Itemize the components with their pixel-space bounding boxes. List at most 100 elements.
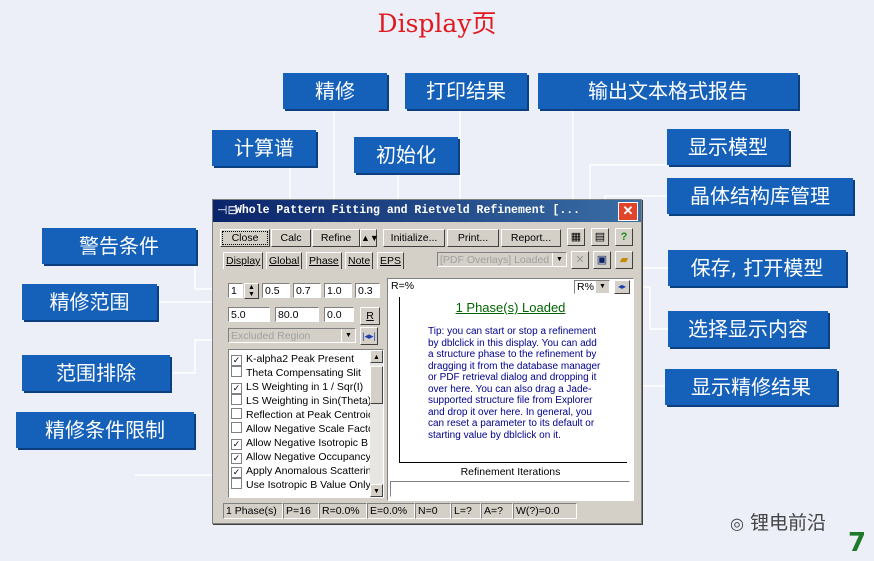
phases-loaded-heading: 1 Phase(s) Loaded — [455, 300, 566, 315]
scroll-up-icon[interactable]: ▲ — [370, 350, 383, 363]
status-e: E=0.0% — [367, 503, 415, 519]
tab-note[interactable]: Note — [345, 252, 374, 269]
window-close-icon[interactable]: ✕ — [618, 202, 638, 221]
list-item[interactable]: Use Isotropic B Value Only — [231, 478, 371, 492]
print-button[interactable]: Print... — [447, 229, 499, 247]
plot-y-axis — [399, 297, 400, 462]
initialize-button[interactable]: Initialize... — [383, 229, 445, 247]
checkbox-checked[interactable]: ✓ — [231, 453, 242, 464]
list-item[interactable]: ✓ Allow Negative Occupancy — [231, 450, 371, 464]
list-item[interactable]: ✓ K-alpha2 Peak Present — [231, 352, 354, 366]
excluded-region-select[interactable]: Excluded Region ▼ — [228, 328, 356, 343]
save-icon[interactable]: ▣ — [593, 251, 611, 269]
range-field-3[interactable]: 0.7 — [293, 283, 321, 298]
status-r: R=0.0% — [319, 503, 367, 519]
tab-global[interactable]: Global — [266, 252, 303, 269]
checkbox[interactable] — [231, 394, 242, 405]
callout-refine-range: 精修范围 — [22, 284, 157, 320]
range-field-1[interactable]: 1 — [228, 283, 243, 298]
option-label: Allow Negative Isotropic B — [246, 437, 368, 449]
plot-mode-value: R% — [577, 281, 594, 293]
callout-crystal-db: 晶体结构库管理 — [667, 178, 853, 214]
callout-calc-spectrum: 计算谱 — [212, 130, 316, 166]
checkbox[interactable] — [231, 408, 242, 419]
refinement-plot[interactable]: R=% R% ▼ ◂▸ 1 Phase(s) Loaded Tip: you c… — [387, 278, 634, 501]
chevron-down-icon[interactable]: ▼ — [595, 281, 609, 293]
option-label: LS Weighting in 1 / Sqr(I) — [246, 381, 364, 393]
chevron-down-icon[interactable]: ▼ — [552, 253, 566, 266]
calc-button[interactable]: Calc — [271, 229, 311, 247]
refine-button[interactable]: Refine — [312, 229, 360, 247]
checkbox-checked[interactable]: ✓ — [231, 355, 242, 366]
callout-export-report: 输出文本格式报告 — [538, 73, 798, 109]
window-titlebar[interactable]: ⊣⊟ Whole Pattern Fitting and Rietveld Re… — [213, 200, 641, 222]
range-step-field[interactable]: 0.0 — [324, 307, 354, 322]
scroll-down-icon[interactable]: ▼ — [370, 484, 383, 497]
slide-title: Display页 — [377, 9, 497, 38]
option-label: Allow Negative Scale Factc — [246, 423, 374, 435]
watermark-text: 锂电前沿 — [750, 512, 827, 534]
option-label: Reflection at Peak Centroic — [246, 409, 374, 421]
tab-display[interactable]: Display — [223, 252, 264, 269]
list-item[interactable]: Allow Negative Scale Factc — [231, 422, 373, 436]
option-label: Allow Negative Occupancy — [246, 451, 371, 463]
report-button[interactable]: Report... — [501, 229, 561, 247]
refine-updown-icon[interactable]: ▲▼ — [360, 229, 379, 247]
range-field-4[interactable]: 1.0 — [324, 283, 352, 298]
status-l: L=? — [451, 503, 481, 519]
plot-mode-select[interactable]: R% ▼ — [574, 280, 610, 294]
spinner-icon[interactable]: ▲ ▼ — [244, 283, 259, 299]
callout-show-model: 显示模型 — [667, 129, 789, 165]
range-start-field[interactable]: 5.0 — [228, 307, 270, 322]
status-a: A=? — [481, 503, 513, 519]
list-item[interactable]: ✓ Apply Anomalous Scattering — [231, 464, 377, 478]
range-field-5[interactable]: 0.3 — [355, 283, 380, 298]
tab-phase[interactable]: Phase — [306, 252, 342, 269]
tab-eps[interactable]: EPS — [377, 252, 405, 269]
rietveld-window: ⊣⊟ Whole Pattern Fitting and Rietveld Re… — [212, 199, 642, 524]
help-icon[interactable]: ? — [615, 228, 633, 246]
overlay-select[interactable]: [PDF Overlays] Loaded ▼ — [437, 252, 567, 267]
delete-icon[interactable]: ✕ — [571, 251, 589, 269]
plot-x-axis — [399, 462, 627, 463]
list-item[interactable]: ✓ LS Weighting in 1 / Sqr(I) — [231, 380, 363, 394]
list-item[interactable]: Reflection at Peak Centroic — [231, 408, 373, 422]
option-label: LS Weighting in Sin(Theta) — [246, 395, 372, 407]
list-item[interactable]: ✓ Allow Negative Isotropic B — [231, 436, 368, 450]
watermark: ◎ 锂电前沿 — [730, 508, 826, 535]
callout-show-result: 显示精修结果 — [665, 369, 837, 405]
checkbox[interactable] — [231, 478, 242, 489]
range-end-field[interactable]: 80.0 — [275, 307, 319, 322]
list-item[interactable]: LS Weighting in Sin(Theta) — [231, 394, 371, 408]
tip-text: Tip: you can start or stop a refinement … — [428, 326, 601, 441]
plot-y-label: R=% — [391, 280, 415, 292]
range-field-2[interactable]: 0.5 — [262, 283, 290, 298]
close-button[interactable]: Close — [220, 229, 270, 247]
checkbox[interactable] — [231, 422, 242, 433]
r-button[interactable]: R — [360, 307, 380, 325]
scroll-thumb[interactable] — [370, 366, 383, 404]
checkbox-checked[interactable]: ✓ — [231, 383, 242, 394]
checkbox[interactable] — [231, 366, 242, 377]
status-n: N=0 — [415, 503, 451, 519]
refinement-options-list: ✓ K-alpha2 Peak Present Theta Compensatin… — [228, 349, 384, 498]
callout-display-select: 选择显示内容 — [668, 311, 828, 347]
option-label: Use Isotropic B Value Only — [246, 479, 371, 491]
wechat-icon: ◎ — [730, 514, 744, 533]
option-label: Apply Anomalous Scattering — [246, 465, 378, 477]
overlay-select-value: [PDF Overlays] Loaded — [440, 254, 550, 266]
list-item[interactable]: Theta Compensating Slit — [231, 366, 361, 380]
checkbox-checked[interactable]: ✓ — [231, 439, 242, 450]
arrow-lr-icon[interactable]: ◂▸ — [614, 280, 630, 294]
crystal-database-icon[interactable]: ▤ — [591, 228, 609, 246]
chevron-down-icon[interactable]: ▼ — [341, 329, 355, 342]
status-phases: 1 Phase(s) — [223, 503, 283, 519]
show-model-icon[interactable]: ▦ — [567, 228, 585, 246]
option-label: Theta Compensating Slit — [246, 367, 361, 379]
page-number: 7 — [848, 528, 867, 558]
options-scrollbar[interactable]: ▲ ▼ — [370, 350, 383, 497]
open-folder-icon[interactable]: ▰ — [615, 251, 633, 269]
status-params: P=16 — [283, 503, 319, 519]
exclude-range-icon[interactable]: |◂▸| — [360, 327, 378, 345]
checkbox-checked[interactable]: ✓ — [231, 467, 242, 478]
